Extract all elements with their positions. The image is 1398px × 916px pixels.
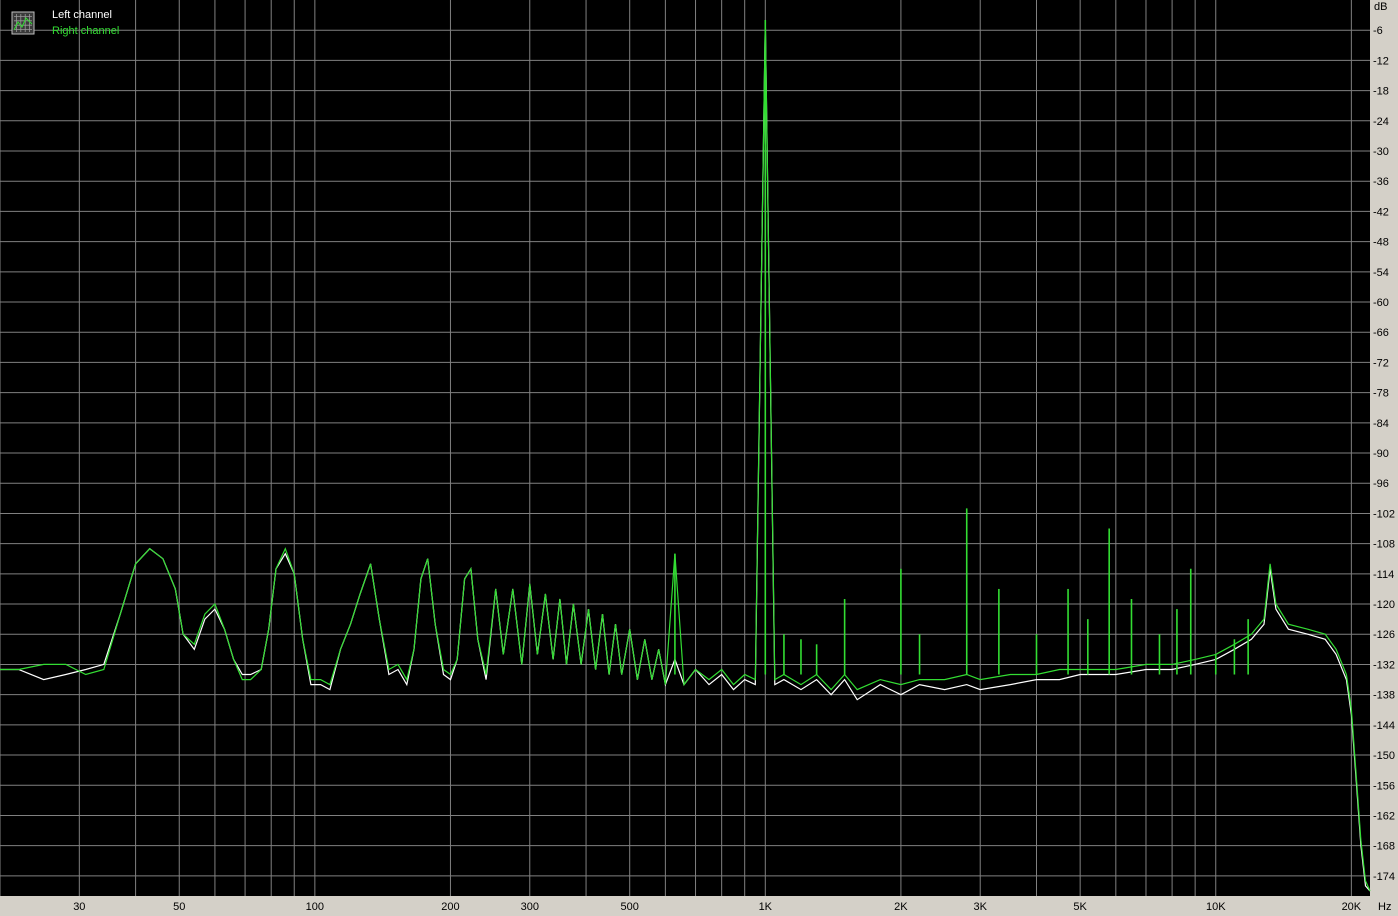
spectrum-window: 30 50 100 200 300 500 1K 2K 3K 5K 10K 20K Hz -6 -12 -18… bbox=[0, 0, 1398, 916]
y-tick-label: -162 bbox=[1373, 810, 1395, 822]
y-tick-label: -24 bbox=[1373, 116, 1389, 128]
y-tick-label: -30 bbox=[1373, 146, 1389, 158]
x-tick-label: 30 bbox=[73, 901, 85, 913]
x-unit-label: Hz bbox=[1378, 901, 1391, 913]
x-tick-label: 1K bbox=[759, 901, 773, 913]
y-tick-label: -90 bbox=[1373, 448, 1389, 460]
y-tick-label: -132 bbox=[1373, 659, 1395, 671]
y-tick-label: -174 bbox=[1373, 871, 1395, 883]
x-tick-label: 3K bbox=[973, 901, 987, 913]
legend-entry-right: Right channel bbox=[52, 25, 119, 37]
y-tick-label: -144 bbox=[1373, 720, 1395, 732]
grid-icon bbox=[11, 11, 35, 35]
y-tick-label: -108 bbox=[1373, 539, 1395, 551]
y-tick-label: -114 bbox=[1373, 569, 1394, 581]
x-tick-label: 5K bbox=[1073, 901, 1087, 913]
x-tick-label: 500 bbox=[621, 901, 639, 913]
y-tick-label: -6 bbox=[1373, 25, 1383, 37]
x-tick-label: 100 bbox=[306, 901, 324, 913]
x-tick-label: 2K bbox=[894, 901, 908, 913]
y-tick-label: -156 bbox=[1373, 780, 1395, 792]
y-tick-label: -168 bbox=[1373, 841, 1395, 853]
x-tick-label: 300 bbox=[521, 901, 539, 913]
y-tick-label: -36 bbox=[1373, 176, 1389, 188]
y-tick-label: -48 bbox=[1373, 237, 1389, 249]
y-tick-label: -12 bbox=[1373, 55, 1389, 67]
y-tick-label: -18 bbox=[1373, 86, 1389, 98]
y-tick-label: -84 bbox=[1373, 418, 1389, 430]
y-tick-label: -54 bbox=[1373, 267, 1389, 279]
y-tick-label: -78 bbox=[1373, 388, 1389, 400]
y-tick-label: -138 bbox=[1373, 690, 1395, 702]
x-tick-label: 10K bbox=[1206, 901, 1226, 913]
x-tick-label: 20K bbox=[1342, 901, 1362, 913]
x-tick-label: 50 bbox=[173, 901, 185, 913]
x-tick-label: 200 bbox=[441, 901, 459, 913]
y-tick-label: -96 bbox=[1373, 478, 1389, 490]
y-tick-label: -60 bbox=[1373, 297, 1389, 309]
y-tick-label: -126 bbox=[1373, 629, 1395, 641]
y-tick-label: -66 bbox=[1373, 327, 1389, 339]
y-tick-label: -102 bbox=[1373, 508, 1395, 520]
y-tick-label: -120 bbox=[1373, 599, 1395, 611]
legend-entry-left: Left channel bbox=[52, 9, 112, 21]
y-tick-label: -150 bbox=[1373, 750, 1395, 762]
spectrum-chart: 30 50 100 200 300 500 1K 2K 3K 5K 10K 20K Hz -6 -12 -18… bbox=[0, 0, 1395, 913]
y-tick-label: -72 bbox=[1373, 357, 1389, 369]
y-unit-label: dB bbox=[1374, 1, 1387, 13]
y-tick-label: -42 bbox=[1373, 206, 1389, 218]
plot-area bbox=[0, 0, 1370, 896]
